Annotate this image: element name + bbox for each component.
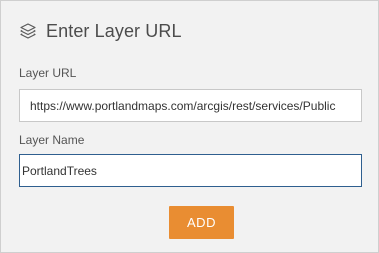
layer-url-input[interactable] bbox=[19, 89, 362, 122]
add-button[interactable]: ADD bbox=[169, 206, 234, 239]
layer-name-label: Layer Name bbox=[19, 133, 85, 147]
enter-layer-url-panel: Enter Layer URL Layer URL Layer Name ADD bbox=[0, 0, 379, 253]
panel-header: Enter Layer URL bbox=[19, 18, 182, 44]
layers-icon bbox=[19, 22, 37, 40]
layer-url-label: Layer URL bbox=[19, 66, 77, 80]
dialog-title: Enter Layer URL bbox=[46, 20, 182, 41]
layer-name-input[interactable] bbox=[19, 154, 362, 187]
